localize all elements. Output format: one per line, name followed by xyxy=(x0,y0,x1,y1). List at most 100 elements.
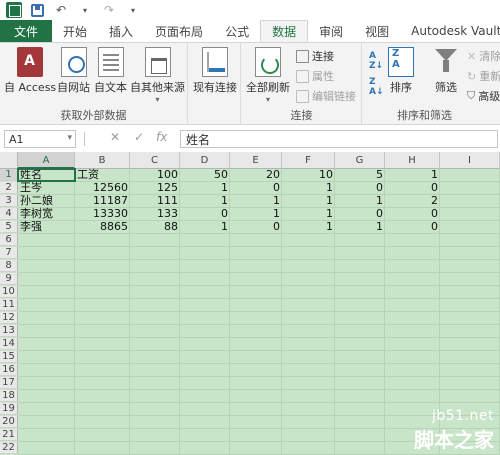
from-access-button[interactable]: 自 Access xyxy=(4,47,56,95)
tab-file[interactable]: 文件 xyxy=(0,20,53,42)
cell-h2[interactable]: 0 xyxy=(385,182,440,194)
cell-c3[interactable]: 111 xyxy=(130,195,180,207)
row-header-1[interactable]: 1 xyxy=(0,169,18,181)
tab-review[interactable]: 审阅 xyxy=(308,20,354,42)
filter-button[interactable]: 筛选 xyxy=(433,47,459,95)
redo-button[interactable]: ↷ xyxy=(100,2,118,18)
row-header-10[interactable]: 10 xyxy=(0,286,18,298)
column-header-h[interactable]: H xyxy=(385,152,440,169)
cell-c1[interactable]: 100 xyxy=(130,169,180,181)
cell-b4[interactable]: 13330 xyxy=(75,208,130,220)
undo-dropdown[interactable]: ▾ xyxy=(76,2,94,18)
cell-d5[interactable]: 1 xyxy=(180,221,230,233)
cell-b1[interactable]: 工资 xyxy=(75,169,130,181)
tab-data[interactable]: 数据 xyxy=(260,20,309,42)
sort-za-button[interactable]: Z A↓ xyxy=(369,77,384,97)
tab-home[interactable]: 开始 xyxy=(52,20,98,42)
cell-f3[interactable]: 1 xyxy=(282,195,335,207)
column-header-b[interactable]: B xyxy=(75,152,130,169)
row-header-8[interactable]: 8 xyxy=(0,260,18,272)
column-header-e[interactable]: E xyxy=(230,152,282,169)
cell-f2[interactable]: 1 xyxy=(282,182,335,194)
cell-h3[interactable]: 2 xyxy=(385,195,440,207)
cell-c4[interactable]: 133 xyxy=(130,208,180,220)
column-header-i[interactable]: I xyxy=(440,152,500,169)
cell-h5[interactable]: 0 xyxy=(385,221,440,233)
connections-button[interactable]: 连接 xyxy=(296,48,334,64)
row-header-12[interactable]: 12 xyxy=(0,312,18,324)
row-header-18[interactable]: 18 xyxy=(0,390,18,402)
cell-d1[interactable]: 50 xyxy=(180,169,230,181)
existing-connections-button[interactable]: 现有连接 xyxy=(193,47,237,95)
row-header-2[interactable]: 2 xyxy=(0,182,18,194)
cell-e3[interactable]: 1 xyxy=(230,195,282,207)
row-header-13[interactable]: 13 xyxy=(0,325,18,337)
formula-input[interactable]: 姓名 xyxy=(180,130,498,148)
column-header-d[interactable]: D xyxy=(180,152,230,169)
row-header-11[interactable]: 11 xyxy=(0,299,18,311)
reapply-button[interactable]: ↻ 重新 xyxy=(467,68,500,84)
tab-page-layout[interactable]: 页面布局 xyxy=(144,20,214,42)
sort-button[interactable]: 排序 xyxy=(388,47,414,95)
customize-qat-button[interactable]: ▾ xyxy=(124,2,142,18)
from-web-button[interactable]: 自网站 xyxy=(57,47,90,95)
from-text-button[interactable]: 自文本 xyxy=(94,47,127,95)
enter-icon[interactable]: ✓ xyxy=(134,130,144,144)
cell-f1[interactable]: 10 xyxy=(282,169,335,181)
column-header-g[interactable]: G xyxy=(335,152,385,169)
from-other-sources-button[interactable]: 自其他来源 ▾ xyxy=(130,47,185,104)
tab-insert[interactable]: 插入 xyxy=(98,20,144,42)
row-header-6[interactable]: 6 xyxy=(0,234,18,246)
save-button[interactable] xyxy=(28,2,46,18)
row-header-15[interactable]: 15 xyxy=(0,351,18,363)
advanced-filter-button[interactable]: ⛉ 高级 xyxy=(467,88,500,104)
undo-button[interactable]: ↶ xyxy=(52,2,70,18)
refresh-all-button[interactable]: 全部刷新 ▾ xyxy=(246,47,290,104)
cell-g4[interactable]: 0 xyxy=(335,208,385,220)
row-header-16[interactable]: 16 xyxy=(0,364,18,376)
insert-function-icon[interactable]: fx xyxy=(156,130,167,144)
column-header-f[interactable]: F xyxy=(282,152,335,169)
cell-e4[interactable]: 1 xyxy=(230,208,282,220)
cell-h4[interactable]: 0 xyxy=(385,208,440,220)
cell-b3[interactable]: 11187 xyxy=(75,195,130,207)
cell-e1[interactable]: 20 xyxy=(230,169,282,181)
chevron-down-icon[interactable]: ▾ xyxy=(67,133,72,143)
row-header-5[interactable]: 5 xyxy=(0,221,18,233)
cell-f4[interactable]: 1 xyxy=(282,208,335,220)
cell-c2[interactable]: 125 xyxy=(130,182,180,194)
cell-g5[interactable]: 1 xyxy=(335,221,385,233)
row-header-17[interactable]: 17 xyxy=(0,377,18,389)
cell-b2[interactable]: 12560 xyxy=(75,182,130,194)
row-header-20[interactable]: 20 xyxy=(0,416,18,428)
row-header-19[interactable]: 19 xyxy=(0,403,18,415)
cell-a5[interactable]: 李强 xyxy=(18,221,75,233)
cell-a4[interactable]: 李树宽 xyxy=(18,208,75,220)
cell-c5[interactable]: 88 xyxy=(130,221,180,233)
column-header-a[interactable]: A xyxy=(18,152,75,169)
tab-view[interactable]: 视图 xyxy=(354,20,400,42)
name-box[interactable]: A1 ▾ xyxy=(4,130,76,148)
cell-b5[interactable]: 8865 xyxy=(75,221,130,233)
column-header-c[interactable]: C xyxy=(130,152,180,169)
cell-e2[interactable]: 0 xyxy=(230,182,282,194)
cell-a2[interactable]: 王岑 xyxy=(18,182,75,194)
cell-a3[interactable]: 孙二娘 xyxy=(18,195,75,207)
select-all-corner[interactable] xyxy=(0,152,18,169)
properties-button[interactable]: 属性 xyxy=(296,68,334,84)
row-header-9[interactable]: 9 xyxy=(0,273,18,285)
cell-d2[interactable]: 1 xyxy=(180,182,230,194)
cell-g1[interactable]: 5 xyxy=(335,169,385,181)
row-header-22[interactable]: 22 xyxy=(0,442,18,454)
cell-h1[interactable]: 1 xyxy=(385,169,440,181)
tab-formulas[interactable]: 公式 xyxy=(214,20,260,42)
cell-g2[interactable]: 0 xyxy=(335,182,385,194)
cell-d3[interactable]: 1 xyxy=(180,195,230,207)
row-header-14[interactable]: 14 xyxy=(0,338,18,350)
cell-e5[interactable]: 0 xyxy=(230,221,282,233)
cell-f5[interactable]: 1 xyxy=(282,221,335,233)
edit-links-button[interactable]: 编辑链接 xyxy=(296,88,356,104)
cell-d4[interactable]: 0 xyxy=(180,208,230,220)
tab-autodesk-vault[interactable]: Autodesk Vault(K) xyxy=(400,20,500,42)
row-header-21[interactable]: 21 xyxy=(0,429,18,441)
